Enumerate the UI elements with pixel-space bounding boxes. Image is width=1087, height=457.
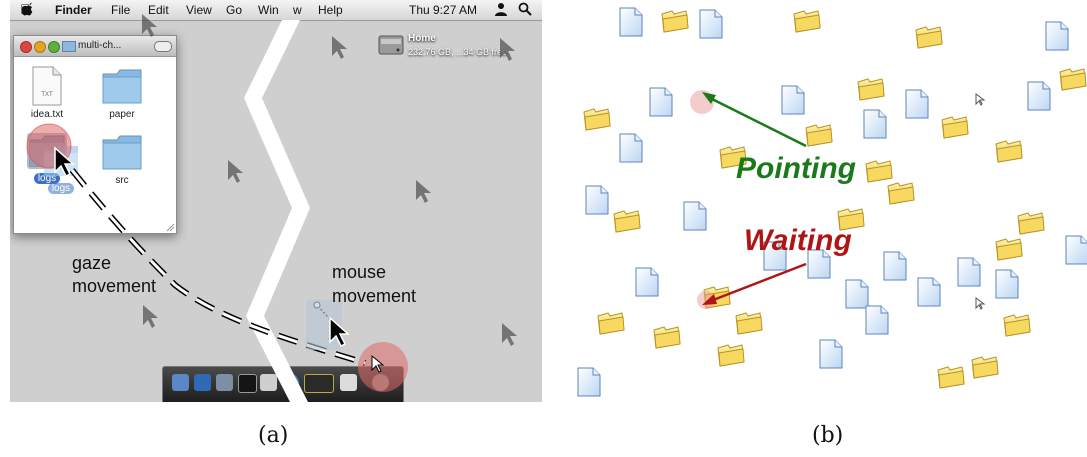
document-icon bbox=[619, 133, 643, 163]
waiting-label: Waiting bbox=[744, 224, 852, 257]
cursor-small-icon bbox=[975, 93, 986, 106]
torn-divider bbox=[244, 20, 310, 402]
document-icon bbox=[845, 279, 869, 309]
document-icon bbox=[883, 251, 907, 281]
cursor-arrow-icon bbox=[502, 323, 517, 346]
document-icon bbox=[1027, 81, 1051, 111]
folder-icon bbox=[1003, 314, 1031, 337]
mouse-label-line2: movement bbox=[332, 286, 417, 306]
folder-icon bbox=[887, 182, 915, 205]
panel-a-desktop:  Finder File Edit View Go Win w Help Th… bbox=[10, 0, 542, 402]
document-icon bbox=[917, 277, 941, 307]
folder-icon bbox=[653, 326, 681, 349]
document-icon bbox=[577, 367, 601, 397]
document-icon bbox=[863, 109, 887, 139]
waiting-arrow bbox=[707, 262, 807, 304]
document-icon bbox=[635, 267, 659, 297]
folder-icon bbox=[915, 26, 943, 49]
cursor-arrow-icon bbox=[332, 36, 347, 59]
folder-icon bbox=[865, 160, 893, 183]
panel-b-canvas bbox=[577, 7, 1087, 397]
document-icon bbox=[905, 89, 929, 119]
cursor-small-icon bbox=[975, 297, 986, 310]
document-icon bbox=[1045, 21, 1069, 51]
mouse-label-line1: mouse bbox=[332, 262, 387, 282]
panel-b-desktop: Pointing Waiting bbox=[574, 0, 1087, 402]
folder-icon bbox=[613, 210, 641, 233]
folder-icon bbox=[971, 356, 999, 379]
folder-icon bbox=[805, 124, 833, 147]
document-icon bbox=[585, 185, 609, 215]
folder-icon bbox=[793, 10, 821, 33]
document-icon bbox=[819, 339, 843, 369]
gaze-label-line2: movement bbox=[72, 276, 157, 296]
folder-icon bbox=[717, 344, 745, 367]
document-icon bbox=[619, 7, 643, 37]
folder-icon bbox=[661, 10, 689, 33]
document-icon bbox=[995, 269, 1019, 299]
document-icon bbox=[957, 257, 981, 287]
cursor-arrow-icon bbox=[416, 180, 431, 203]
document-icon bbox=[865, 305, 889, 335]
folder-icon bbox=[583, 108, 611, 131]
cursor-arrow-icon bbox=[143, 305, 158, 328]
gaze-spot-trash bbox=[358, 342, 408, 392]
folder-icon bbox=[857, 78, 885, 101]
folder-icon bbox=[941, 116, 969, 139]
document-icon bbox=[1065, 235, 1087, 265]
document-icon bbox=[683, 201, 707, 231]
folder-icon bbox=[735, 312, 763, 335]
document-icon bbox=[699, 9, 723, 39]
cursor-arrow-icon bbox=[228, 160, 243, 183]
cursor-arrow-icon bbox=[500, 38, 515, 61]
panel-a-overlay bbox=[26, 14, 517, 402]
folder-icon bbox=[1059, 68, 1087, 91]
pointing-label: Pointing bbox=[736, 152, 856, 185]
folder-icon bbox=[995, 238, 1023, 261]
cursor-arrow-icon bbox=[142, 14, 157, 37]
document-icon bbox=[781, 85, 805, 115]
document-icon bbox=[649, 87, 673, 117]
gaze-label-line1: gaze bbox=[72, 253, 112, 273]
caption-a: (a) bbox=[258, 423, 289, 448]
caption-b: (b) bbox=[812, 423, 844, 448]
folder-icon bbox=[1017, 212, 1045, 235]
folder-icon bbox=[995, 140, 1023, 163]
folder-icon bbox=[597, 312, 625, 335]
folder-icon bbox=[937, 366, 965, 389]
